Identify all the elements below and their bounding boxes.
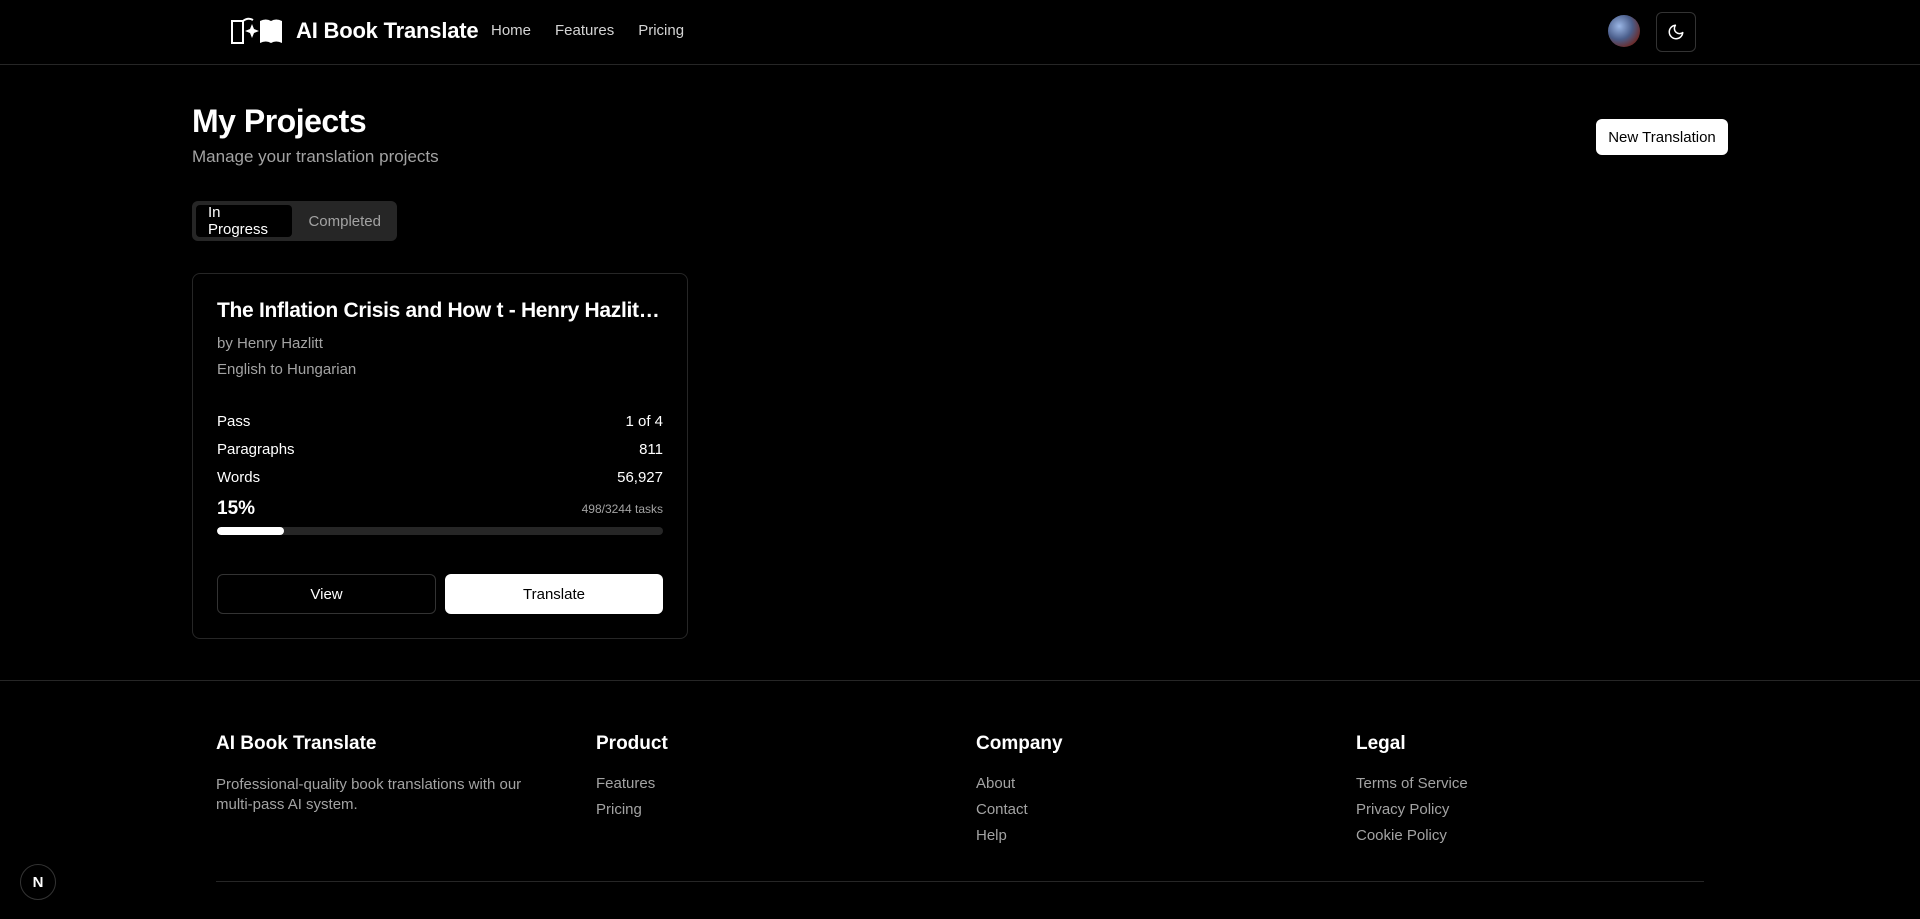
progress-bar xyxy=(217,527,663,535)
footer-legal: Legal Terms of Service Privacy Policy Co… xyxy=(1356,733,1468,853)
tab-completed[interactable]: Completed xyxy=(296,205,393,237)
footer-divider xyxy=(216,881,1704,882)
footer-company-title: Company xyxy=(976,733,1063,754)
task-count: 498/3244 tasks xyxy=(581,502,663,516)
footer-brand: AI Book Translate Professional-quality b… xyxy=(216,733,536,815)
nav-home-link[interactable]: Home xyxy=(491,22,531,39)
stat-label: Paragraphs xyxy=(217,441,295,458)
tab-in-progress[interactable]: In Progress xyxy=(196,204,293,238)
stat-label: Words xyxy=(217,469,261,486)
footer-company: Company About Contact Help xyxy=(976,733,1063,853)
footer-link-pricing[interactable]: Pricing xyxy=(596,801,668,818)
project-author: by Henry Hazlitt xyxy=(217,335,323,352)
project-card: The Inflation Crisis and How t - Henry H… xyxy=(192,273,688,639)
footer-brand-title: AI Book Translate xyxy=(216,733,377,754)
new-translation-button[interactable]: New Translation xyxy=(1596,119,1728,155)
footer-brand-description: Professional-quality book translations w… xyxy=(216,776,522,813)
page-subtitle: Manage your translation projects xyxy=(192,147,439,166)
site-footer: AI Book Translate Professional-quality b… xyxy=(0,680,1920,919)
progress-percent: 15% xyxy=(217,498,256,519)
dev-tools-badge[interactable]: N xyxy=(20,864,56,900)
moon-icon xyxy=(1668,24,1684,40)
brand-name: AI Book Translate xyxy=(296,18,479,43)
stat-value: 56,927 xyxy=(617,469,663,486)
page-title: My Projects xyxy=(192,103,367,139)
avatar[interactable] xyxy=(1608,15,1640,47)
brand-link[interactable]: AI Book Translate xyxy=(229,15,479,47)
project-tabs: In Progress Completed xyxy=(192,201,397,241)
nav-pricing-link[interactable]: Pricing xyxy=(638,22,684,39)
footer-link-help[interactable]: Help xyxy=(976,827,1063,844)
view-button[interactable]: View xyxy=(217,574,436,614)
stat-label: Pass xyxy=(217,413,251,430)
stat-row-paragraphs: Paragraphs 811 xyxy=(217,441,663,458)
footer-legal-title: Legal xyxy=(1356,733,1406,754)
stat-value: 1 of 4 xyxy=(625,413,663,430)
site-header: AI Book Translate Home Features Pricing xyxy=(0,0,1920,65)
footer-link-terms[interactable]: Terms of Service xyxy=(1356,775,1468,792)
translate-button[interactable]: Translate xyxy=(445,574,663,614)
footer-product-title: Product xyxy=(596,733,668,754)
book-sparkle-icon xyxy=(231,17,282,44)
stat-value: 811 xyxy=(639,441,663,458)
footer-link-cookies[interactable]: Cookie Policy xyxy=(1356,827,1468,844)
footer-link-features[interactable]: Features xyxy=(596,775,668,792)
footer-product: Product Features Pricing xyxy=(596,733,668,827)
footer-link-about[interactable]: About xyxy=(976,775,1063,792)
stat-row-words: Words 56,927 xyxy=(217,469,663,486)
project-title: The Inflation Crisis and How t - Henry H… xyxy=(217,299,663,322)
progress-bar-fill xyxy=(217,527,284,535)
nav-features-link[interactable]: Features xyxy=(555,22,614,39)
theme-toggle-button[interactable] xyxy=(1656,12,1696,52)
project-language: English to Hungarian xyxy=(217,361,357,378)
main-nav: Home Features Pricing xyxy=(491,22,684,39)
footer-link-privacy[interactable]: Privacy Policy xyxy=(1356,801,1468,818)
stat-row-pass: Pass 1 of 4 xyxy=(217,413,663,430)
footer-link-contact[interactable]: Contact xyxy=(976,801,1063,818)
